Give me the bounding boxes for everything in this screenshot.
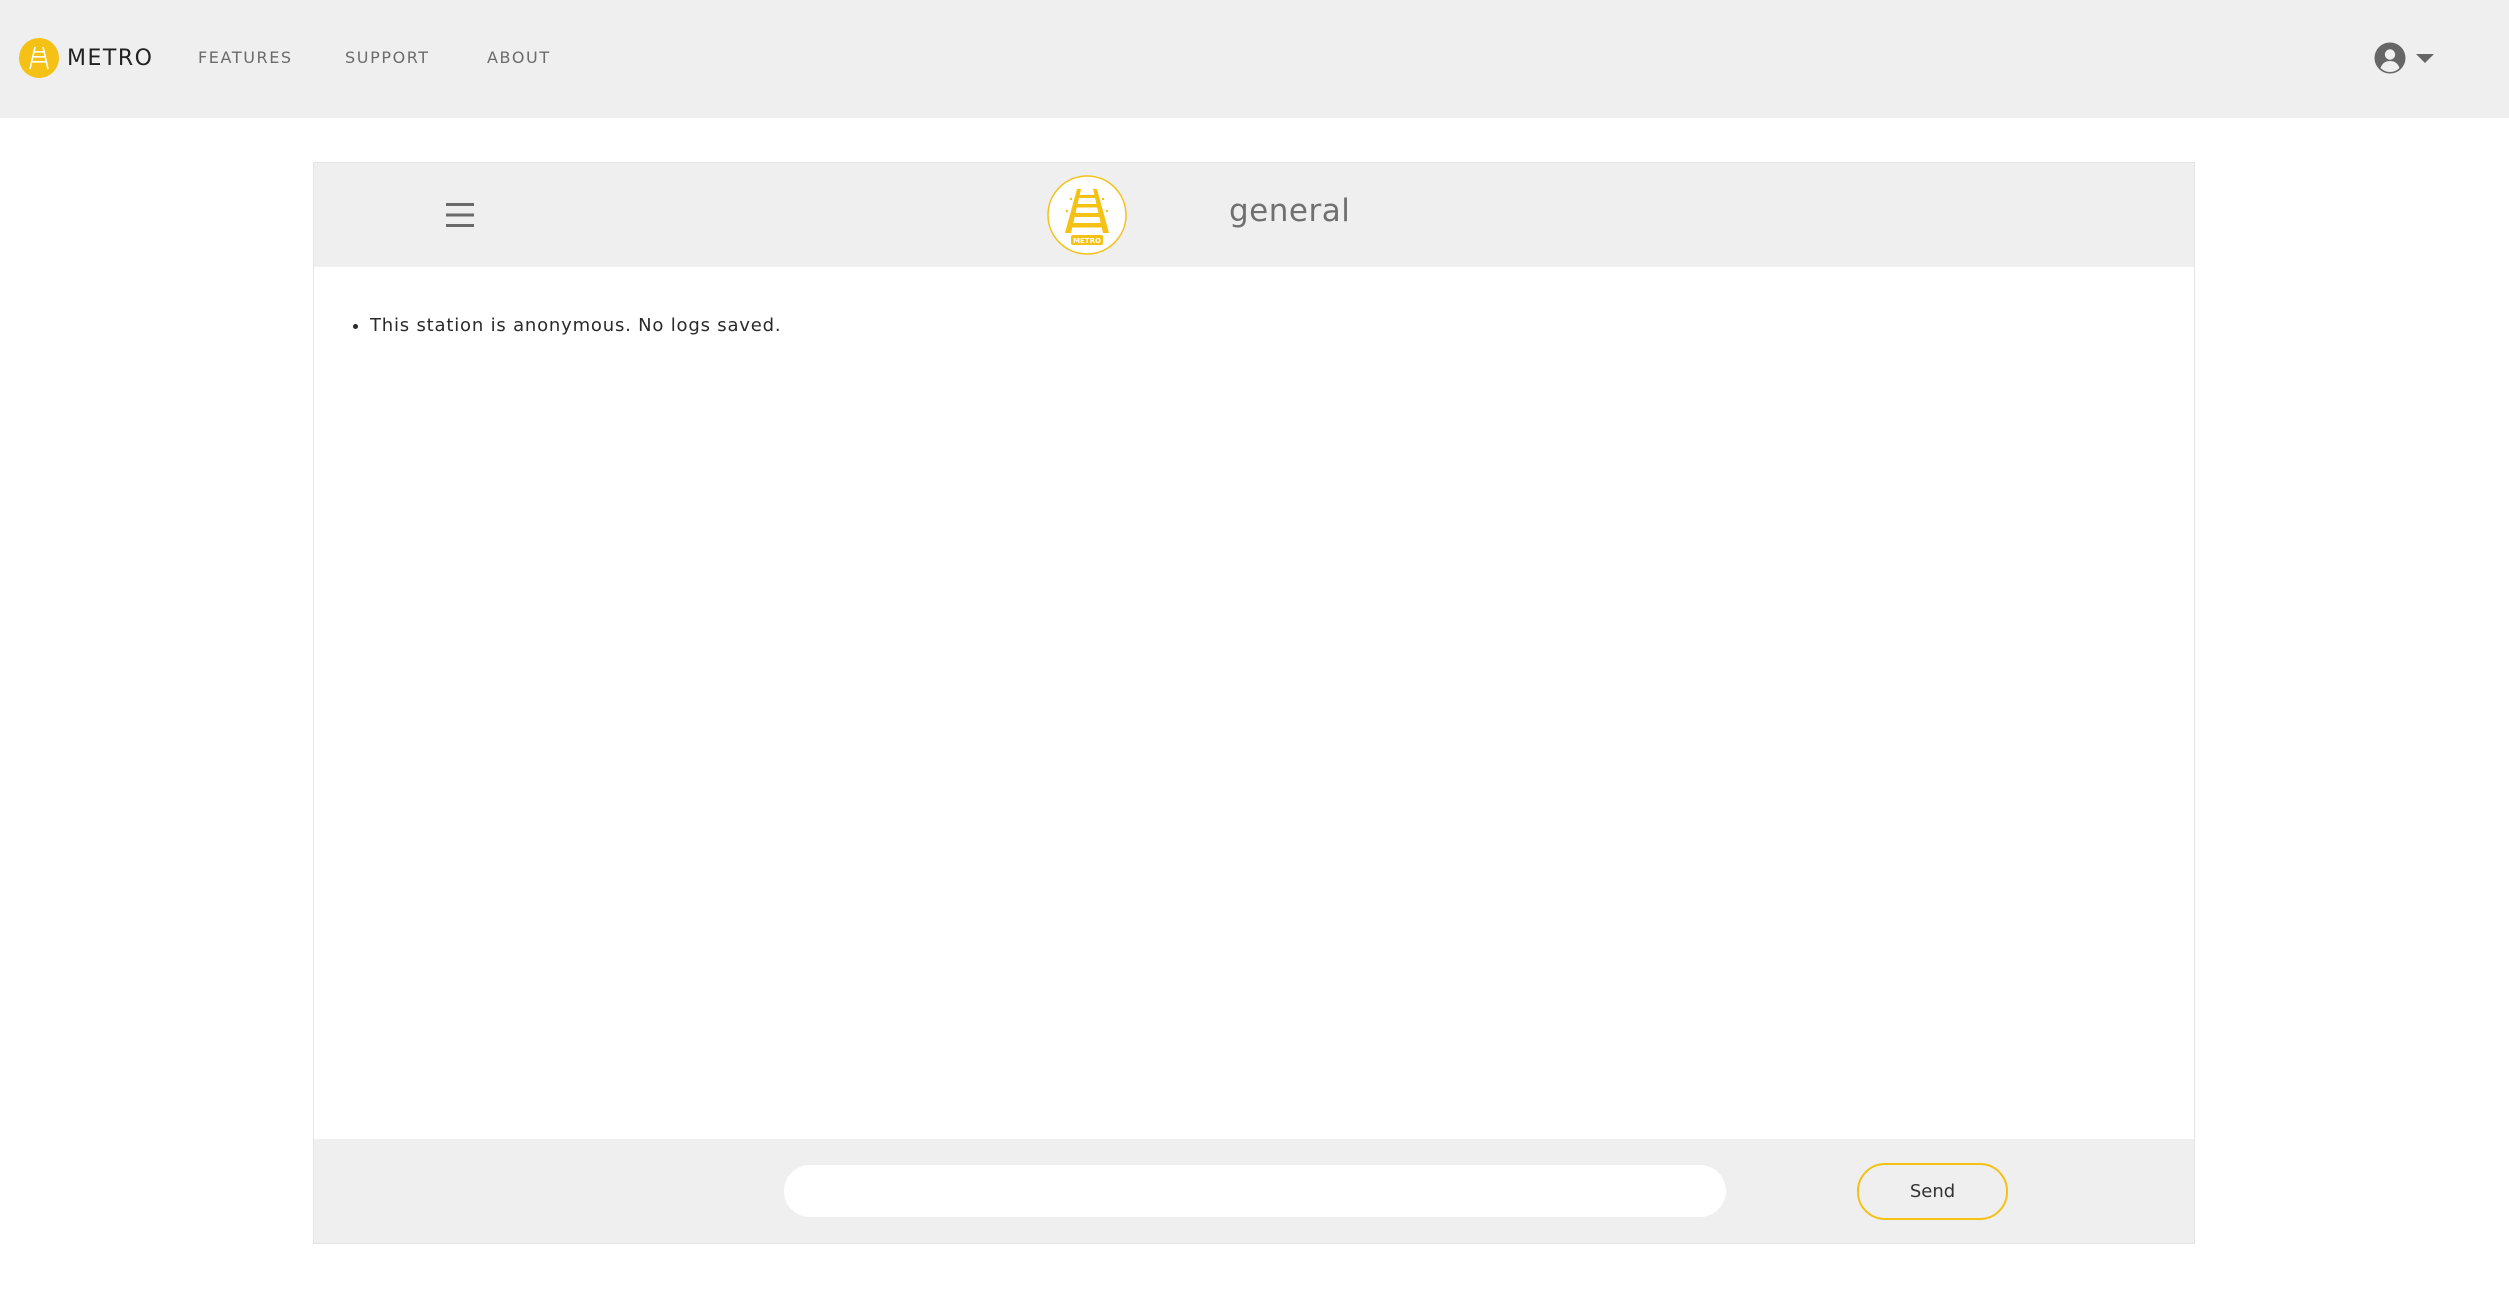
send-button[interactable]: Send [1857, 1163, 2008, 1220]
brand-home-link[interactable]: METRO [19, 37, 153, 79]
channel-logo-text: METRO [1073, 237, 1101, 245]
message-composer: Send [314, 1139, 2194, 1243]
user-circle-icon [2374, 42, 2406, 74]
hamburger-menu-button[interactable] [438, 193, 482, 237]
chat-panel: METRO general This station is anonymous.… [313, 162, 2195, 1244]
nav-support-link[interactable]: SUPPORT [345, 48, 430, 67]
brand-name: METRO [67, 45, 154, 71]
channel-name: general [1229, 193, 1351, 229]
hamburger-menu-icon [446, 203, 474, 227]
top-navigation-bar: METRO FEATURES SUPPORT ABOUT [0, 0, 2509, 118]
nav-features-link[interactable]: FEATURES [198, 48, 293, 67]
nav-about-link[interactable]: ABOUT [487, 48, 551, 67]
message-list: This station is anonymous. No logs saved… [314, 267, 2194, 1139]
caret-down-icon [2416, 54, 2434, 63]
chat-header: METRO general [314, 163, 2194, 267]
channel-metro-logo-icon: METRO [1047, 175, 1127, 255]
list-item: This station is anonymous. No logs saved… [370, 315, 781, 336]
account-menu-button[interactable] [2374, 42, 2436, 74]
metro-logo-icon [19, 38, 59, 78]
message-input[interactable] [784, 1165, 1726, 1217]
